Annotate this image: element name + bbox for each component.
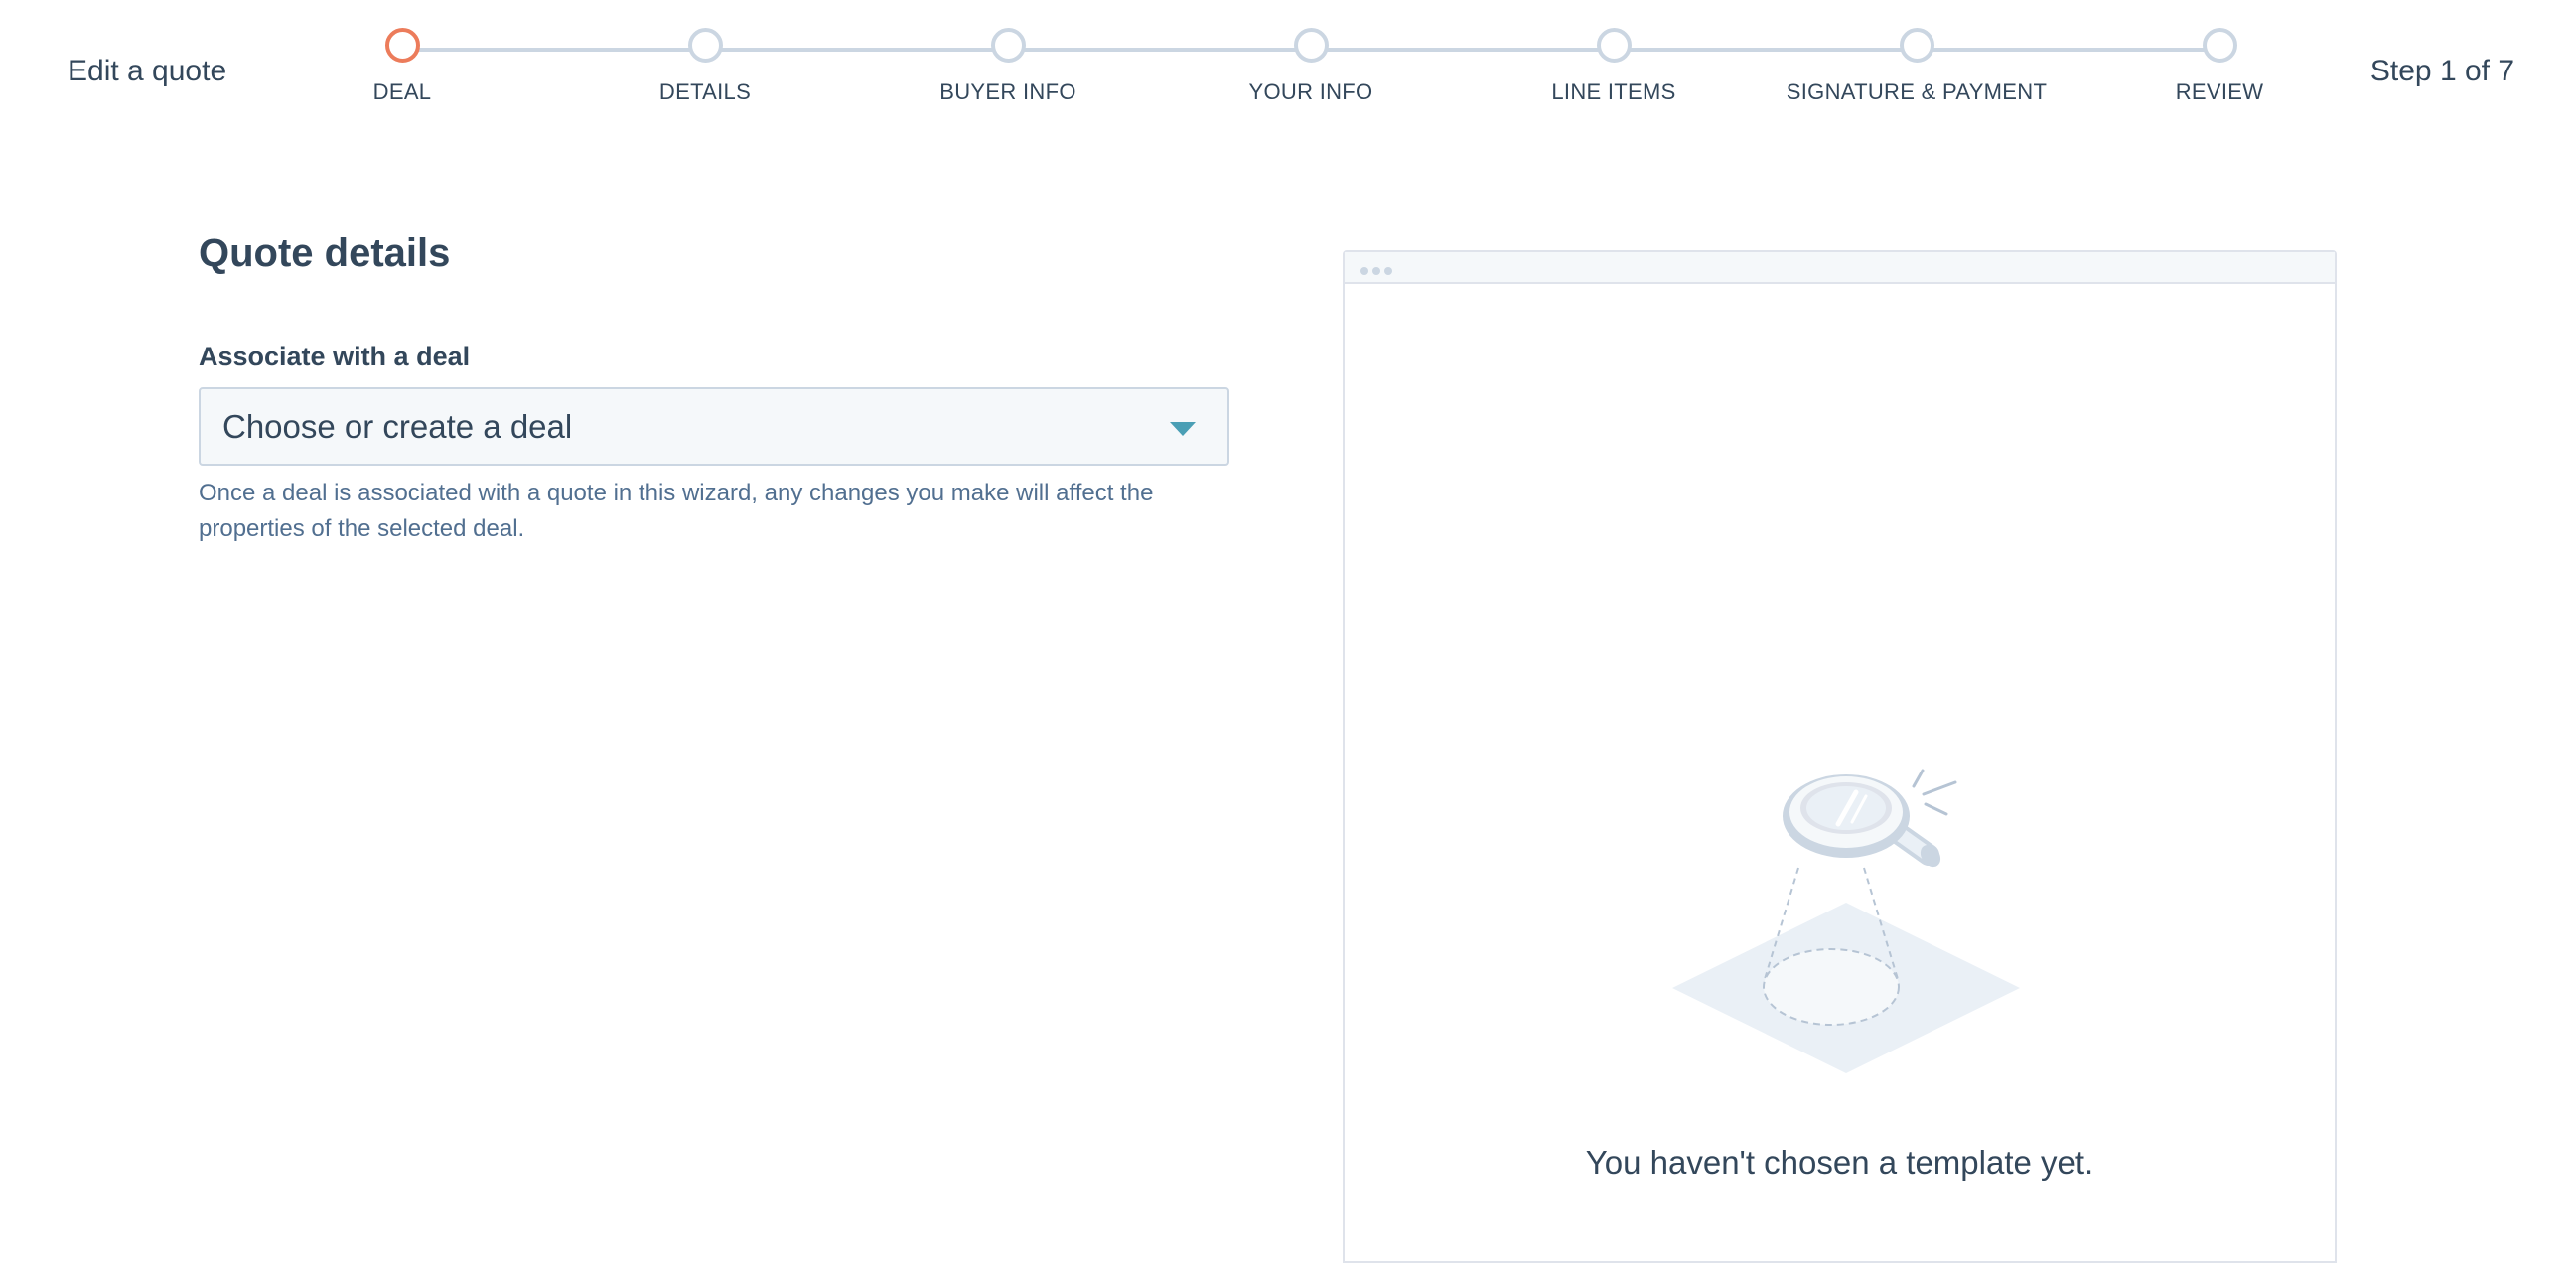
window-dots-icon	[1360, 262, 1400, 275]
step-review-label: REVIEW	[2175, 79, 2264, 104]
step-details[interactable]: DETAILS	[556, 28, 854, 107]
step-your-info-indicator	[1293, 28, 1329, 63]
step-counter: Step 1 of 7	[2369, 55, 2514, 87]
preview-window-bar	[1345, 252, 2335, 284]
deal-dropdown-placeholder: Choose or create a deal	[222, 408, 573, 445]
template-preview-panel: You haven't chosen a template yet.	[1343, 250, 2337, 1263]
deal-dropdown[interactable]: Choose or create a deal	[199, 387, 1229, 466]
step-signature-payment[interactable]: SIGNATURE & PAYMENT	[1768, 28, 2066, 107]
wizard-header: Edit a quote DEAL DETAILS BUYER INFO YOU…	[0, 0, 2576, 139]
step-your-info[interactable]: YOUR INFO	[1162, 28, 1460, 107]
step-details-label: DETAILS	[658, 79, 752, 104]
step-line-items[interactable]: LINE ITEMS	[1465, 28, 1763, 107]
step-review-indicator	[2202, 28, 2237, 63]
step-buyer-info-label: BUYER INFO	[939, 79, 1076, 104]
step-buyer-info[interactable]: BUYER INFO	[859, 28, 1157, 107]
step-details-indicator	[687, 28, 723, 63]
step-line-items-label: LINE ITEMS	[1551, 79, 1676, 104]
magnifying-glass-icon	[1672, 769, 2020, 1073]
step-review[interactable]: REVIEW	[2071, 28, 2368, 107]
step-deal[interactable]: DEAL	[253, 28, 551, 107]
step-deal-label: DEAL	[372, 79, 432, 104]
caret-down-icon	[1170, 422, 1196, 436]
page-title: Edit a quote	[68, 55, 227, 87]
section-title: Quote details	[199, 231, 451, 275]
step-line-items-indicator	[1596, 28, 1632, 63]
deal-help-text: Once a deal is associated with a quote i…	[199, 480, 1154, 542]
deal-field-label: Associate with a deal	[199, 342, 471, 371]
step-your-info-label: YOUR INFO	[1248, 79, 1373, 104]
quote-details-form: Quote details Associate with a deal Choo…	[199, 218, 1231, 547]
step-buyer-info-indicator	[990, 28, 1026, 63]
step-signature-payment-label: SIGNATURE & PAYMENT	[1786, 79, 2048, 104]
empty-state-message: You haven't chosen a template yet.	[1585, 1144, 2094, 1181]
step-signature-payment-indicator	[1899, 28, 1934, 63]
step-deal-indicator	[384, 28, 420, 63]
